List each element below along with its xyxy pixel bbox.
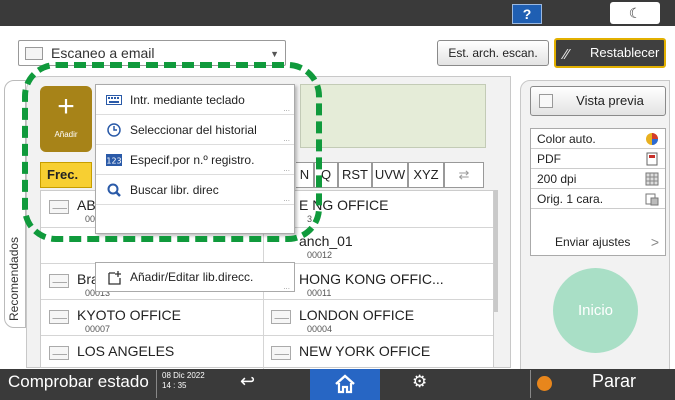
chevron-down-icon: ▼ (270, 49, 279, 59)
setting-label: Orig. 1 cara. (537, 192, 604, 206)
time-text: 14 : 35 (162, 381, 187, 390)
list-item[interactable]: KYOTO OFFICE 00007 (49, 307, 259, 337)
entry-name: NEW YORK OFFICE (299, 343, 431, 359)
start-button[interactable]: Inicio (553, 268, 638, 353)
night-mode-button[interactable]: ☾ (610, 2, 660, 24)
more-dots: ... (283, 282, 290, 291)
send-settings-button[interactable]: Enviar ajustes > (531, 229, 665, 255)
entry-number: 00007 (85, 324, 111, 334)
preview-toggle[interactable]: Vista previa (530, 86, 666, 116)
home-icon (335, 374, 355, 394)
menu-item-add-edit-address-book[interactable]: Añadir/Editar lib.direcc. ... (95, 262, 295, 292)
entry-number: 00011 (307, 288, 332, 298)
color-auto-icon (646, 133, 658, 145)
scan-file-settings-button[interactable]: Est. arch. escan. (437, 40, 549, 66)
send-settings-label: Enviar ajustes (555, 235, 631, 249)
menu-item-label: Añadir/Editar lib.direcc. (130, 270, 254, 284)
entry-name: HONG KONG OFFIC... (299, 271, 444, 287)
setting-label: PDF (537, 152, 561, 166)
reset-button[interactable]: ⁄⁄ Restablecer (554, 38, 666, 68)
reset-icon: ⁄⁄ (564, 46, 570, 63)
setting-resolution[interactable]: 200 dpi (531, 169, 665, 189)
pdf-file-icon (646, 152, 658, 166)
resolution-icon (645, 172, 659, 186)
date-text: 08 Dic 2022 (162, 371, 205, 380)
add-edit-icon (108, 271, 121, 285)
entry-number: 00012 (307, 250, 333, 260)
divider (530, 370, 531, 398)
envelope-icon (271, 310, 291, 324)
recommended-tab-label: Recomendados (7, 236, 21, 321)
entry-name: LOS ANGELES (77, 343, 175, 359)
date-time: 08 Dic 2022 14 : 35 (162, 371, 205, 391)
home-button[interactable] (310, 369, 380, 400)
scan-settings-summary[interactable]: Color auto. PDF 200 dpi Orig. 1 cara. En… (530, 128, 666, 256)
stop-button[interactable]: Parar (592, 371, 636, 392)
setting-original-sides[interactable]: Orig. 1 cara. (531, 189, 665, 209)
tab-xyz[interactable]: XYZ (408, 162, 444, 188)
stop-icon (537, 376, 552, 391)
list-item[interactable]: HONG KONG OFFIC... 00011 (271, 271, 485, 301)
one-sided-icon (645, 193, 659, 206)
check-status-button[interactable]: Comprobar estado (8, 372, 149, 392)
entry-name: LONDON OFFICE (299, 307, 415, 323)
back-icon[interactable]: ↩ (240, 371, 255, 392)
chevron-right-icon: > (650, 234, 659, 250)
reset-label: Restablecer (590, 45, 660, 60)
tab-rst[interactable]: RST (338, 162, 372, 188)
list-item[interactable]: LOS ANGELES (49, 343, 259, 367)
setting-color[interactable]: Color auto. (531, 129, 665, 149)
function-select-value: Escaneo a email (51, 45, 155, 61)
list-scrollbar[interactable] (494, 190, 498, 312)
envelope-icon (271, 346, 291, 360)
gear-icon[interactable]: ⚙ (412, 372, 427, 392)
list-item[interactable]: NEW YORK OFFICE (271, 343, 485, 367)
help-button[interactable]: ? (512, 4, 542, 24)
switch-title-button[interactable]: ⇄ (444, 162, 484, 188)
highlight-annotation (22, 62, 322, 242)
envelope-icon (25, 47, 43, 60)
setting-label: 200 dpi (537, 172, 577, 186)
list-item[interactable]: LONDON OFFICE 00004 (271, 307, 485, 337)
preview-checkbox[interactable] (539, 94, 553, 108)
envelope-icon (49, 310, 69, 324)
top-status-bar (0, 0, 675, 26)
group-envelope-icon (49, 274, 69, 288)
preview-label: Vista previa (576, 93, 644, 108)
entry-number: 00004 (307, 324, 333, 334)
envelope-icon (49, 346, 69, 360)
setting-label: Color auto. (537, 132, 596, 146)
setting-file-type[interactable]: PDF (531, 149, 665, 169)
entry-name: KYOTO OFFICE (77, 307, 181, 323)
divider (156, 370, 157, 398)
tab-uvw[interactable]: UVW (372, 162, 408, 188)
destination-field[interactable] (300, 84, 486, 148)
